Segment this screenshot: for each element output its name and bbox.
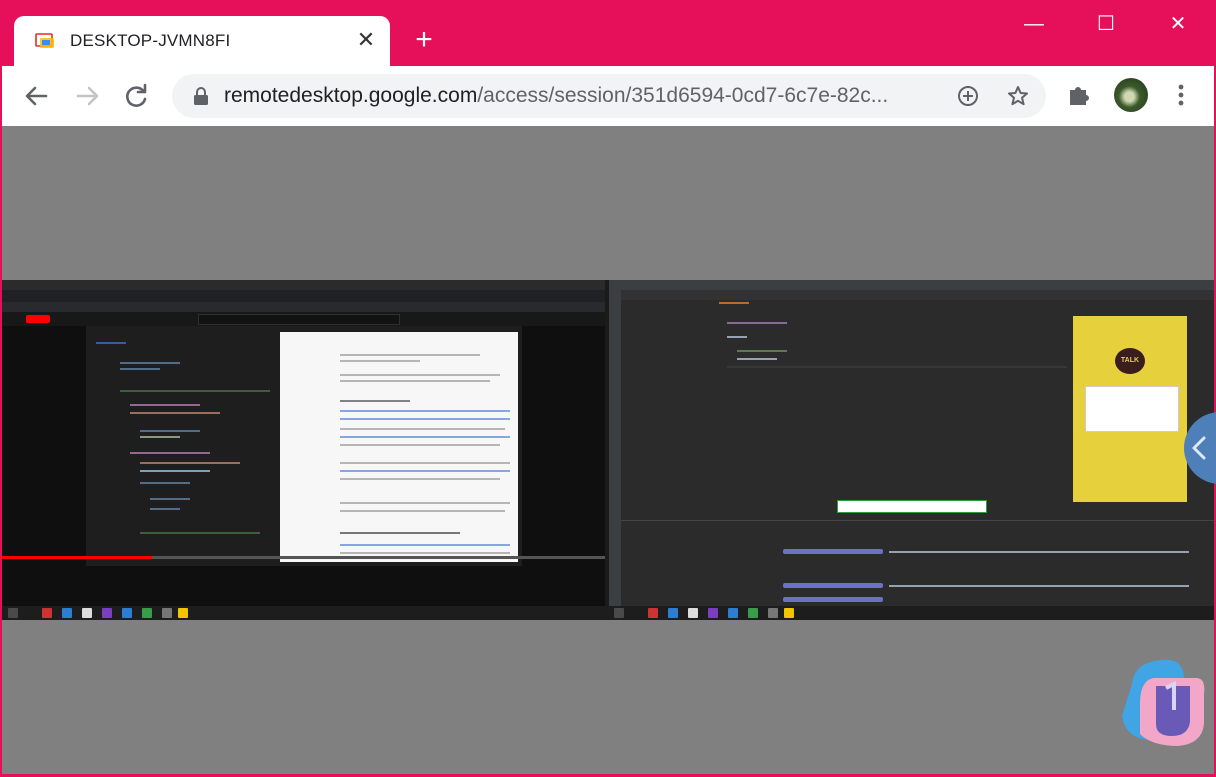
extensions-puzzle-icon[interactable] [1064,80,1094,110]
kakaotalk-window[interactable]: TALK [1073,316,1187,502]
video-document-panel [280,332,518,562]
ide-title-bar [609,280,1214,290]
profile-avatar[interactable] [1114,78,1148,112]
remote-session-side-panel-button[interactable] [1184,412,1216,484]
remote-left-screen[interactable] [2,280,605,620]
remote-browser-tabs [2,280,605,290]
chevron-left-icon [1192,436,1206,460]
watermark-logo [1122,659,1205,746]
ide-log-panel [621,520,1214,607]
youtube-search [198,314,400,325]
close-window-button[interactable]: ✕ [1160,10,1196,38]
remote-address-bar [2,290,605,302]
url-path: /access/session/351d6594-0cd7-6c7e-82c..… [477,84,889,107]
minimize-button[interactable]: — [1016,10,1052,38]
youtube-logo [26,315,50,323]
tab-close-icon[interactable]: ✕ [354,28,378,52]
remote-desktop-icon [35,33,54,48]
tab-title: DESKTOP-JVMN8FI [70,31,231,50]
kakaotalk-logo: TALK [1115,348,1145,374]
back-arrow-icon[interactable] [20,80,52,112]
maximize-button[interactable]: ☐ [1088,10,1124,38]
forward-arrow-icon[interactable] [72,80,104,112]
new-tab-button[interactable]: + [408,25,440,58]
ide-tabs [621,290,1214,300]
remote-taskbar[interactable] [2,606,1214,620]
lock-icon[interactable] [192,86,210,106]
video-progress-fill [2,556,152,559]
kakaotalk-dialog[interactable] [1085,386,1179,432]
remote-right-screen[interactable]: TALK [609,280,1214,607]
reload-icon[interactable] [120,80,152,112]
remote-desktop-view[interactable]: TALK [2,280,1214,620]
ide-sidebar [609,290,621,606]
browser-window: DESKTOP-JVMN8FI ✕ + — ☐ ✕ remotedesktop.… [0,0,1216,777]
address-bar[interactable]: remotedesktop.google.com/access/session/… [172,74,1046,118]
remote-notification-toast[interactable] [837,500,987,513]
video-player [86,326,522,566]
more-menu-icon[interactable] [1166,80,1196,110]
video-progress-bar[interactable] [2,556,605,559]
remote-bookmarks-bar [2,302,605,312]
browser-toolbar: remotedesktop.google.com/access/session/… [2,66,1214,126]
install-plus-icon[interactable] [956,84,980,108]
url-text[interactable]: remotedesktop.google.com/access/session/… [224,84,888,108]
video-code-editor [90,332,280,556]
browser-tab[interactable]: DESKTOP-JVMN8FI ✕ [14,16,390,68]
page-content: TALK [2,126,1214,774]
url-host: remotedesktop.google.com [224,84,478,107]
bookmark-star-icon[interactable] [1006,84,1030,108]
